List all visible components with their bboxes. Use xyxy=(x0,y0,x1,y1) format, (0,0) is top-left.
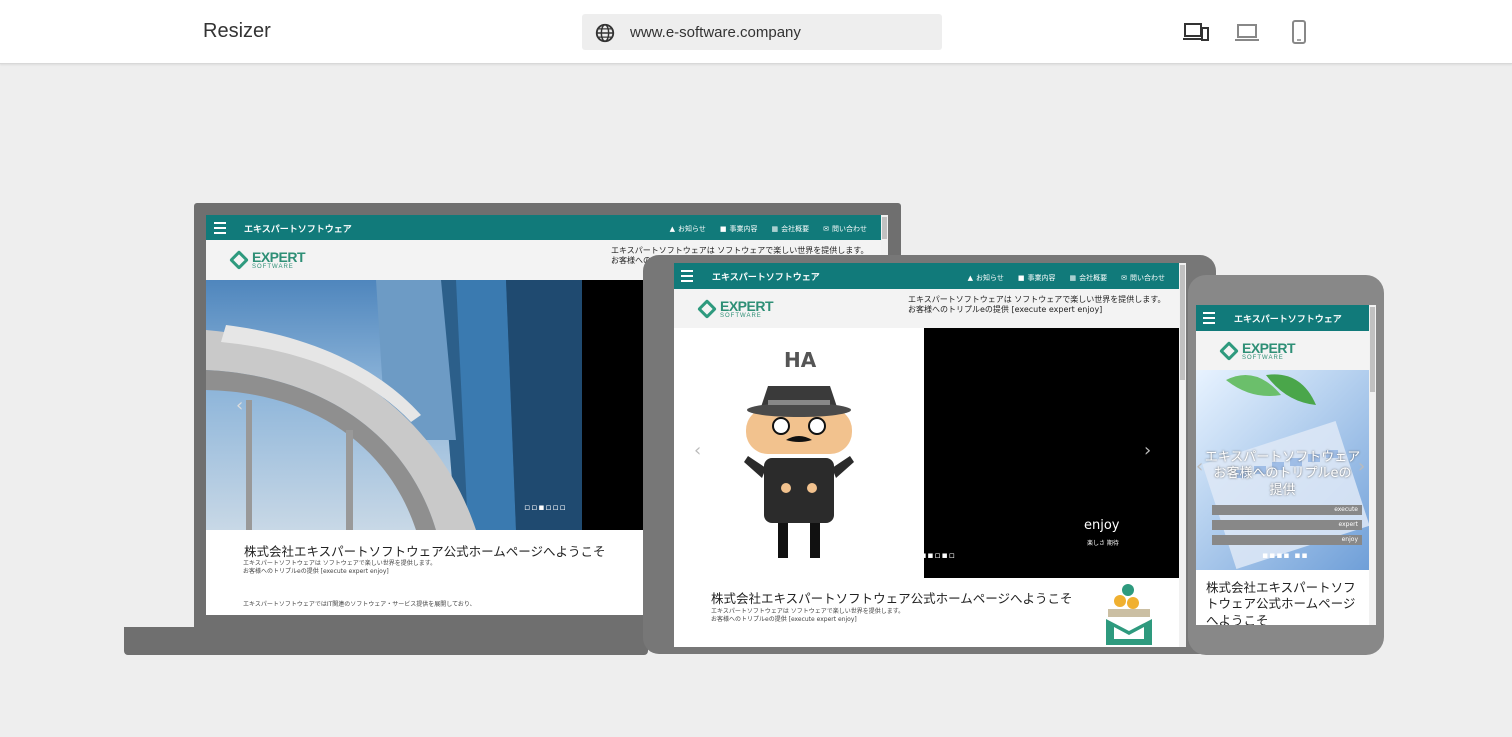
tagline-line-2: お客様へのトリプルeの提供 [execute expert enjoy] xyxy=(908,305,1103,314)
briefcase-icon: ■ xyxy=(719,225,727,233)
carousel-prev-arrow-icon[interactable]: ‹ xyxy=(236,395,243,416)
tablet-scrollbar[interactable] xyxy=(1179,263,1186,647)
hero-bar-1: execute xyxy=(1212,505,1362,515)
bell-icon: ▲ xyxy=(669,225,675,233)
hero-character-panel: HA ‹ xyxy=(674,328,924,578)
body-text: エキスパートソフトウェアではIT関連のソフトウェア・サービス提供を展開しており、 xyxy=(243,601,476,608)
welcome-heading: 株式会社エキスパートソフトウェア公式ホームページへようこそ xyxy=(1206,580,1356,625)
nav-title: エキスパートソフトウェア xyxy=(1234,315,1342,325)
menu-item-business[interactable]: ■ 事業内容 xyxy=(1018,273,1056,283)
intro-text: エキスパートソフトウェアは ソフトウェアで楽しい世界を提供します。 お客様へのト… xyxy=(711,608,905,624)
site-logo[interactable]: EXPERT SOFTWARE xyxy=(1219,340,1296,361)
enjoy-sublabel: 楽しさ 期待 xyxy=(1087,540,1119,547)
globe-icon xyxy=(595,23,615,43)
building-icon: ▦ xyxy=(771,225,779,233)
menu-item-news[interactable]: ▲ お知らせ xyxy=(670,224,706,234)
hamburger-icon[interactable] xyxy=(214,222,226,237)
welcome-heading: 株式会社エキスパートソフトウェア公式ホームページへようこそ xyxy=(244,544,606,559)
app-title: Resizer xyxy=(203,20,271,42)
menu-item-contact[interactable]: ✉ 問い合わせ xyxy=(823,224,867,234)
carousel-next-arrow-icon[interactable]: › xyxy=(1358,456,1365,477)
laptop-icon[interactable] xyxy=(1234,20,1260,44)
hero-overlay-text: エキスパートソフトウェア お客様へのトリプルeの 提供 xyxy=(1204,450,1361,498)
enjoy-label: enjoy xyxy=(1084,518,1120,533)
responsive-devices-icon[interactable] xyxy=(1183,20,1209,44)
site-logo[interactable]: EXPERT SOFTWARE xyxy=(229,249,306,270)
hero-bar-2: expert xyxy=(1212,520,1362,530)
menu-item-business[interactable]: ■ 事業内容 xyxy=(720,224,758,234)
carousel-indicators[interactable]: ▫▫▪▫▫▫ xyxy=(524,503,567,513)
carousel-prev-arrow-icon[interactable]: ‹ xyxy=(694,440,701,461)
carousel-next-arrow-icon[interactable]: › xyxy=(1144,440,1151,461)
hamburger-icon[interactable] xyxy=(681,270,693,285)
menu-item-contact[interactable]: ✉ 問い合わせ xyxy=(1121,273,1165,283)
menu-item-news[interactable]: ▲ お知らせ xyxy=(968,273,1004,283)
site-navbar: エキスパートソフトウェア xyxy=(1196,305,1369,331)
site-logo[interactable]: EXPERT SOFTWARE xyxy=(697,298,774,319)
url-input[interactable] xyxy=(630,22,930,42)
carousel-indicators[interactable]: ▪▪▪▪ ▪▪ xyxy=(1262,551,1308,561)
url-bar[interactable] xyxy=(582,14,942,50)
logo-text: EXPERT xyxy=(252,249,306,265)
nav-title: エキスパートソフトウェア xyxy=(712,273,820,283)
tablet-viewport[interactable]: エキスパートソフトウェア ▲ お知らせ ■ 事業内容 ▦ 会社概要 ✉ 問い合わせ EX… xyxy=(674,263,1186,647)
building-icon: ▦ xyxy=(1069,274,1077,282)
carousel-prev-arrow-icon[interactable]: ‹ xyxy=(1196,456,1203,477)
laptop-base xyxy=(124,627,648,655)
phone-scrollbar[interactable] xyxy=(1369,305,1376,625)
site-menu: ▲ お知らせ ■ 事業内容 ▦ 会社概要 ✉ 問い合わせ xyxy=(954,273,1165,283)
intro-text: エキスパートソフトウェアは ソフトウェアで楽しい世界を提供します。 お客様へのト… xyxy=(243,560,437,576)
bell-icon: ▲ xyxy=(967,274,973,282)
site-navbar: エキスパートソフトウェア ▲ お知らせ ■ 事業内容 ▦ 会社概要 ✉ 問い合わせ xyxy=(206,215,881,240)
nav-title: エキスパートソフトウェア xyxy=(244,225,352,235)
logo-mark xyxy=(229,250,249,270)
carousel-indicators[interactable]: ▪▪▪▪▫▪▫ xyxy=(906,551,956,561)
hero-image-city: ‹ xyxy=(206,280,582,530)
mail-icon: ✉ xyxy=(823,225,829,233)
phone-viewport[interactable]: エキスパートソフトウェア EXPERT SOFTWARE エキスパートソフトウェ… xyxy=(1196,305,1376,625)
welcome-heading: 株式会社エキスパートソフトウェア公式ホームページへようこそ xyxy=(711,591,1073,606)
briefcase-icon: ■ xyxy=(1017,274,1025,282)
menu-item-company[interactable]: ▦ 会社概要 xyxy=(772,224,810,234)
site-navbar: エキスパートソフトウェア ▲ お知らせ ■ 事業内容 ▦ 会社概要 ✉ 問い合わせ xyxy=(674,263,1179,289)
menu-item-company[interactable]: ▦ 会社概要 xyxy=(1070,273,1108,283)
hero-image-keyboard: エキスパートソフトウェア お客様へのトリプルeの 提供 execute expe… xyxy=(1196,370,1369,570)
hamburger-icon[interactable] xyxy=(1203,312,1215,327)
tagline: エキスパートソフトウェアは ソフトウェアで楽しい世界を提供します。 お客様へのト… xyxy=(908,295,1166,315)
logo-mascot-icon xyxy=(1106,584,1152,645)
hero-bar-3: enjoy xyxy=(1212,535,1362,545)
logo-text: EXPERT xyxy=(1242,340,1296,356)
detective-character-illustration xyxy=(744,386,854,558)
city-monorail-illustration xyxy=(206,280,582,530)
logo-mark xyxy=(1219,341,1239,361)
top-bar: Resizer xyxy=(0,0,1512,64)
logo-mark xyxy=(697,299,717,319)
mail-icon: ✉ xyxy=(1121,274,1127,282)
tagline-line-1: エキスパートソフトウェアは ソフトウェアで楽しい世界を提供します。 xyxy=(908,295,1166,304)
logo-text: EXPERT xyxy=(720,298,774,314)
phone-icon[interactable] xyxy=(1286,20,1312,44)
hero-black-panel: enjoy 楽しさ 期待 › xyxy=(924,328,1179,578)
site-menu: ▲ お知らせ ■ 事業内容 ▦ 会社概要 ✉ 問い合わせ xyxy=(656,224,867,234)
